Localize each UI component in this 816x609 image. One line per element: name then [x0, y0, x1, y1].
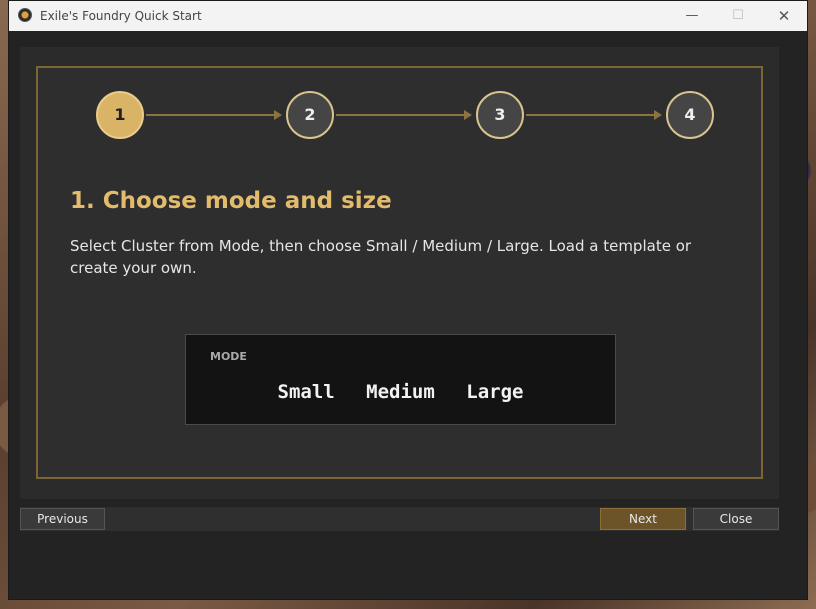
previous-button[interactable]: Previous — [20, 508, 105, 530]
size-option-medium: Medium — [366, 381, 435, 403]
close-button[interactable]: Close — [693, 508, 779, 530]
mode-size-options: Small Medium Large — [186, 381, 615, 403]
size-option-small: Small — [277, 381, 335, 403]
step-indicator-3: 3 — [476, 91, 524, 139]
step-indicator-2: 2 — [286, 91, 334, 139]
step-indicator-1: 1 — [96, 91, 144, 139]
close-window-button[interactable]: ✕ — [761, 1, 807, 31]
step-description: Select Cluster from Mode, then choose Sm… — [70, 237, 692, 277]
app-logo-icon — [18, 8, 32, 22]
size-option-large: Large — [466, 381, 524, 403]
mode-label: MODE — [210, 350, 247, 363]
step-connector-arrow — [146, 110, 282, 120]
window-title: Exile's Foundry Quick Start — [40, 9, 202, 23]
step-indicator-4: 4 — [666, 91, 714, 139]
step-heading: 1. Choose mode and size — [70, 188, 392, 214]
step-connector-arrow — [336, 110, 472, 120]
next-button[interactable]: Next — [600, 508, 686, 530]
minimize-button[interactable]: — — [669, 1, 715, 31]
step-connector-arrow — [526, 110, 662, 120]
mode-preview-panel: MODE Small Medium Large — [185, 334, 616, 425]
maximize-button[interactable]: ☐ — [715, 1, 761, 31]
title-bar: Exile's Foundry Quick Start — ☐ ✕ — [9, 1, 807, 31]
